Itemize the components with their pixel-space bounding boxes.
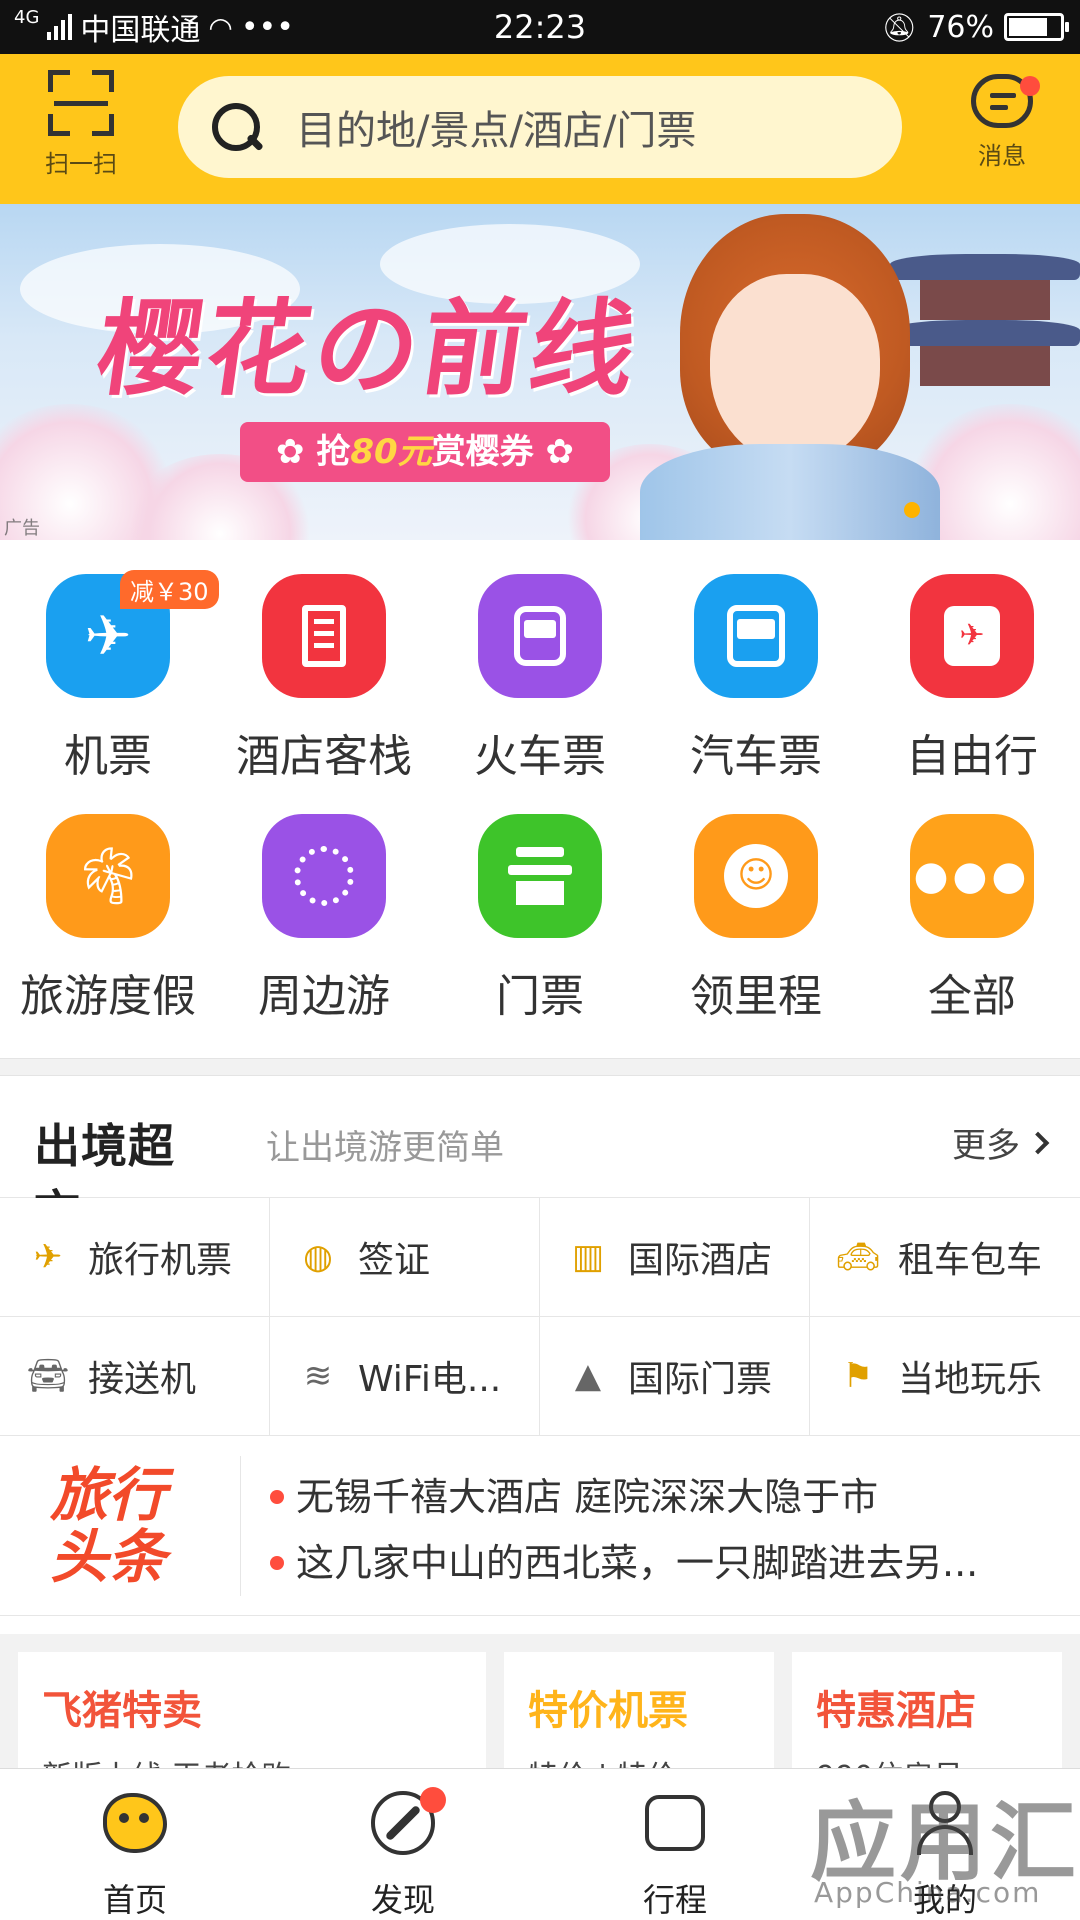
message-label: 消息 [978, 142, 1026, 170]
category-bus[interactable]: 汽车票 [648, 574, 864, 784]
service-local-fun[interactable]: ⚑ 当地玩乐 [810, 1317, 1080, 1436]
car-icon: 🚕︎ [836, 1237, 880, 1277]
hotel-icon: ▥ [571, 1237, 605, 1277]
search-input[interactable]: 目的地/景点/酒店/门票 [178, 76, 902, 178]
headlines-logo: 旅行 头条 [50, 1461, 167, 1591]
tab-itinerary[interactable]: 行程 [590, 1785, 760, 1920]
mute-bell-icon: 🔕︎ [881, 10, 918, 44]
category-flight[interactable]: ✈ 减￥30 机票 [0, 570, 219, 784]
app-screen: 4G 中国联通 ◠ ••• 22:23 🔕︎ 76% 扫一扫 目的地/景点/酒店… [0, 0, 1080, 1920]
promo-banner[interactable]: 樱花の前线 ✿ 抢80元赏樱券 ✿ 广告 [0, 204, 1080, 540]
appchina-watermark: 应用汇 AppChina.com [810, 1793, 1080, 1909]
service-flight[interactable]: ✈ 旅行机票 [0, 1198, 270, 1317]
hotel-building-icon [262, 574, 386, 698]
ferris-wheel-icon [262, 814, 386, 938]
divider [0, 1058, 1080, 1076]
service-car-rental[interactable]: 🚕︎ 租车包车 [810, 1198, 1080, 1317]
top-header: 扫一扫 目的地/景点/酒店/门票 消息 [0, 54, 1080, 204]
category-vacation[interactable]: 🌴︎ 旅游度假 [0, 814, 216, 1024]
train-icon [478, 574, 602, 698]
travel-headlines: 旅行 头条 无锡千禧大酒店 庭院深深大隐于市 这几家中山的西北菜，一只脚踏进去另… [0, 1436, 1080, 1616]
tower-icon: ▲ [574, 1356, 602, 1396]
category-tickets[interactable]: 门票 [432, 814, 648, 1024]
battery-icon [1004, 13, 1069, 41]
category-free-travel[interactable]: ✈ 自由行 [864, 574, 1080, 784]
category-train[interactable]: 火车票 [432, 574, 648, 784]
suitcase-icon: ✈ [910, 574, 1034, 698]
notification-dot [420, 1787, 446, 1813]
scan-icon [48, 70, 114, 136]
more-dots-icon: ●●● [910, 814, 1034, 938]
category-all[interactable]: ●●● 全部 [864, 814, 1080, 1024]
service-intl-tickets[interactable]: ▲ 国际门票 [540, 1317, 810, 1436]
scan-button[interactable]: 扫一扫 [34, 70, 128, 179]
temple-icon [478, 814, 602, 938]
service-airport-transfer[interactable]: 🚘︎ 接送机 [0, 1317, 270, 1436]
battery-percent: 76% [927, 9, 994, 45]
globe-icon: ◍ [303, 1237, 333, 1277]
pickup-icon: 🚘︎ [26, 1356, 70, 1396]
overseas-section-header: 出境超市 让出境游更简单 更多 [0, 1078, 1080, 1239]
home-mascot-icon [97, 1785, 173, 1861]
category-grid: ✈ 减￥30 机票 酒店客栈 火车票 汽车票 ✈ 自由行 🌴︎ 旅游度假 周边游… [0, 540, 1080, 1058]
palm-tree-icon: 🌴︎ [46, 814, 170, 938]
banner-coupon: ✿ 抢80元赏樱券 ✿ [240, 422, 610, 482]
category-hotel[interactable]: 酒店客栈 [216, 574, 432, 784]
service-wifi[interactable]: ≋ WiFi电... [270, 1317, 540, 1436]
tab-home[interactable]: 首页 [50, 1785, 220, 1920]
category-nearby[interactable]: 周边游 [216, 814, 432, 1024]
more-link[interactable]: 更多 [952, 1118, 1050, 1167]
flag-icon: ⚑ [842, 1356, 874, 1396]
service-visa[interactable]: ◍ 签证 [270, 1198, 540, 1317]
discount-badge: 减￥30 [120, 570, 219, 609]
news-item[interactable]: 这几家中山的西北菜，一只脚踏进去另... [270, 1532, 1050, 1587]
banner-title: 樱花の前线 [90, 287, 648, 410]
chevron-right-icon [1026, 1131, 1050, 1154]
section-subtitle: 让出境游更简单 [266, 1128, 504, 1168]
news-item[interactable]: 无锡千禧大酒店 庭院深深大隐于市 [270, 1466, 1050, 1521]
message-button[interactable]: 消息 [952, 70, 1052, 171]
status-bar: 4G 中国联通 ◠ ••• 22:23 🔕︎ 76% [0, 0, 1080, 54]
unread-dot [1020, 76, 1040, 96]
temple-illustration [890, 244, 1080, 444]
category-mileage[interactable]: ☺ 领里程 [648, 814, 864, 1024]
search-icon [208, 99, 264, 155]
search-placeholder: 目的地/景点/酒店/门票 [296, 108, 697, 154]
wifi-icon: ≋ [303, 1356, 333, 1396]
service-intl-hotel[interactable]: ▥ 国际酒店 [540, 1198, 810, 1317]
overseas-services-grid: ✈ 旅行机票 ◍ 签证 ▥ 国际酒店 🚕︎ 租车包车 🚘︎ 接送机 ≋ WiFi… [0, 1198, 1080, 1436]
scan-label: 扫一扫 [45, 150, 117, 178]
ad-tag: 广告 [4, 518, 40, 539]
plane-icon: ✈ [33, 1237, 63, 1277]
carousel-dot-active [904, 502, 920, 518]
bus-icon [694, 574, 818, 698]
itinerary-icon [637, 1785, 713, 1861]
promo-cards: 飞猪特卖 新版上线 王者抢购 特价机票 特价 | 特价 特惠酒店 990住房吊 [0, 1634, 1080, 1795]
smiley-icon: ☺ [694, 814, 818, 938]
tab-discover[interactable]: 发现 [318, 1785, 488, 1920]
